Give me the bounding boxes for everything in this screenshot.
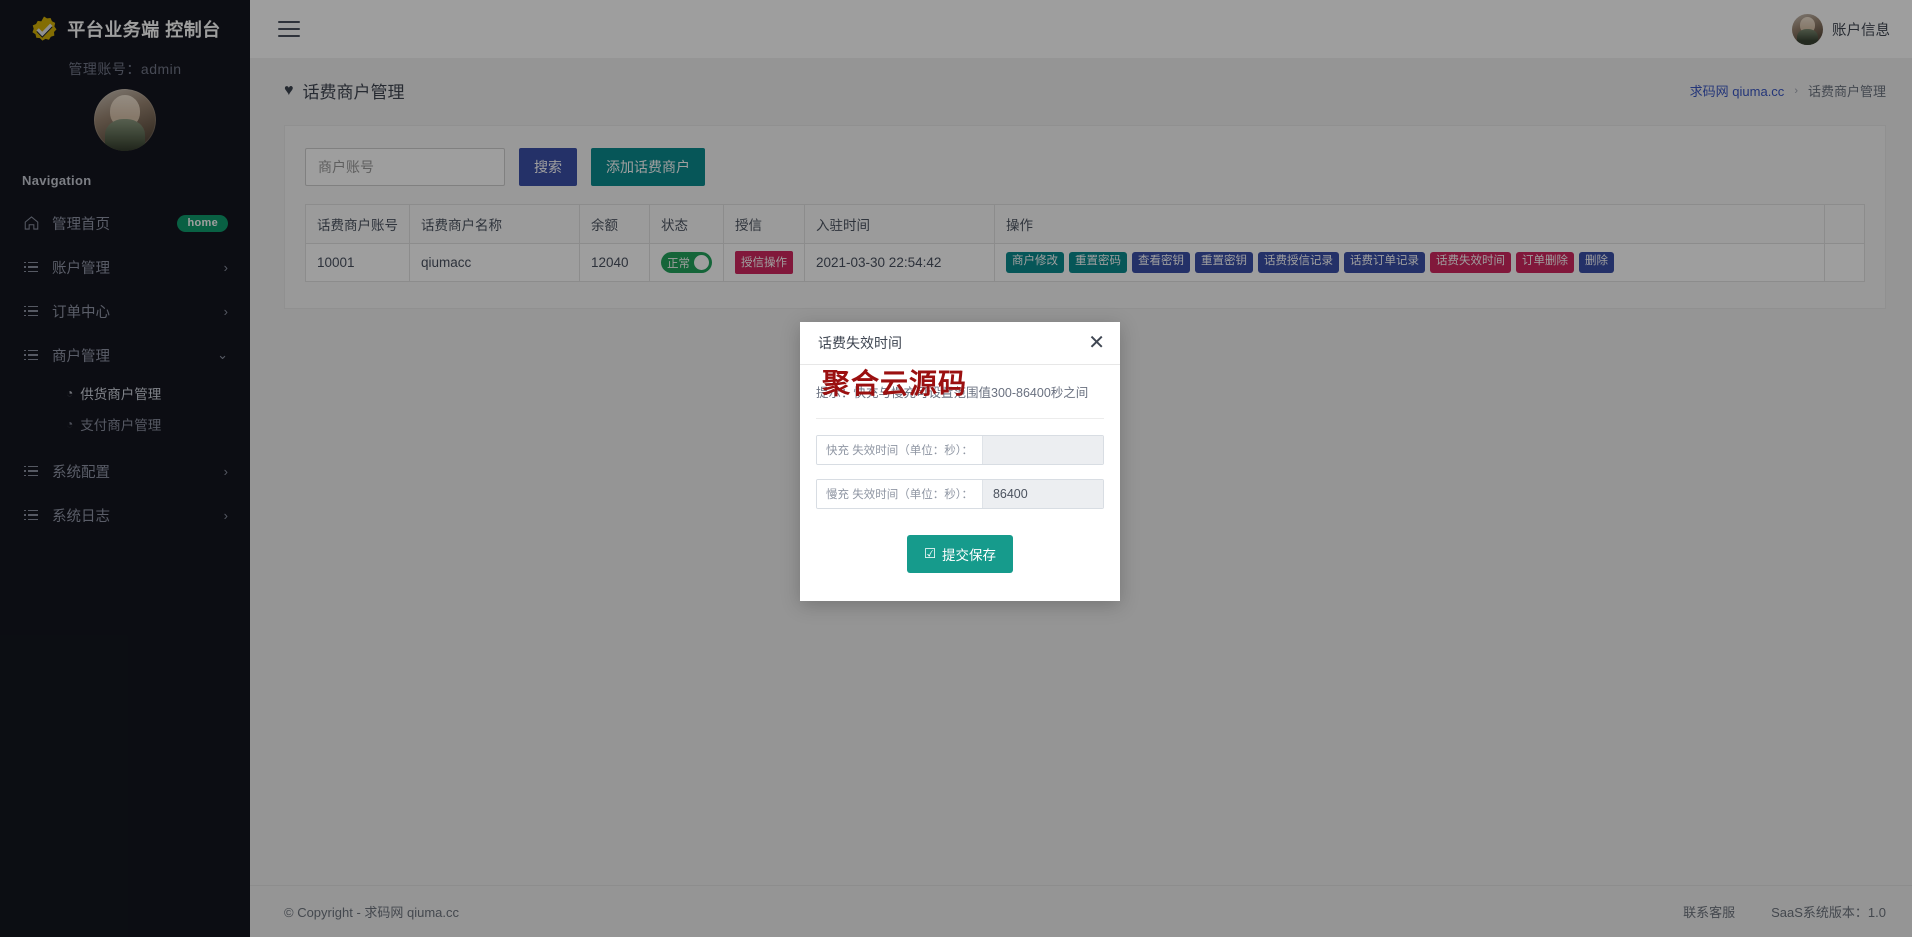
expire-time-modal: 话费失效时间 ✕ 提示：快充与慢充可设置范围值300-86400秒之间 快充 失… [800,322,1120,601]
slow-expire-label: 慢充 失效时间（单位：秒）： [817,480,983,508]
modal-header: 话费失效时间 ✕ [800,322,1120,365]
divider [816,418,1104,419]
submit-save-button[interactable]: ☑ 提交保存 [906,535,1014,573]
fast-expire-field[interactable]: 快充 失效时间（单位：秒）： [816,435,1104,465]
submit-save-label: 提交保存 [942,548,997,563]
slow-expire-field[interactable]: 慢充 失效时间（单位：秒）： 86400 [816,479,1104,509]
fast-expire-value[interactable] [982,436,1103,464]
modal-submit-row: ☑ 提交保存 [816,523,1104,601]
modal-body: 提示：快充与慢充可设置范围值300-86400秒之间 快充 失效时间（单位：秒）… [800,365,1120,601]
check-square-icon: ☑ [923,546,937,561]
app-root: 平台业务端 控制台 管理账号：admin Navigation 管理首页 hom… [0,0,1912,937]
close-icon[interactable]: ✕ [1088,333,1105,353]
modal-hint: 提示：快充与慢充可设置范围值300-86400秒之间 [816,386,1089,400]
modal-title: 话费失效时间 [818,335,902,351]
slow-expire-value[interactable]: 86400 [982,480,1103,508]
fast-expire-label: 快充 失效时间（单位：秒）： [817,436,983,464]
